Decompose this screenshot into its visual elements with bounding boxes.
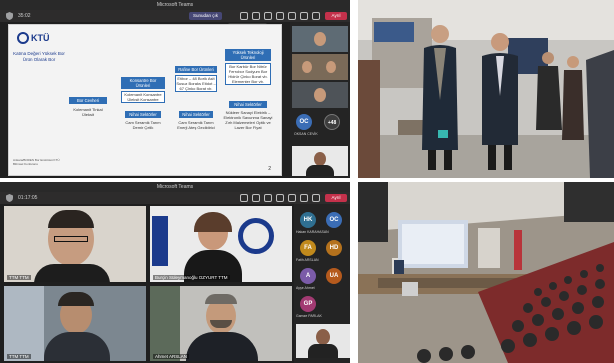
participant-strip: OC +48 OKSAN CEVİK: [290, 22, 350, 178]
box-head-1: Bor Cevheri: [69, 97, 107, 104]
participant-name: Ayşe Ahmet: [296, 286, 315, 290]
video-tile[interactable]: TTM TTM: [4, 286, 146, 361]
sector-body-4: Nükleer Sanayi Elektrik – Elektronik Sav…: [223, 110, 273, 130]
more-icon[interactable]: [276, 12, 284, 20]
box-head-4: Yüksek Teknoloji Ürünleri: [225, 49, 271, 61]
window-title: Microsoft Teams: [0, 182, 350, 192]
exhibit-photo: [358, 0, 614, 178]
slide-footer: Ankara/BOREN Bor Enstitüsü KTÜ Bilimsel …: [13, 158, 60, 166]
box-body-4: Bor Karbür Bor Nitrür Ferrobor Sodyum Bo…: [225, 63, 271, 85]
participant-avatar[interactable]: A: [300, 268, 316, 284]
mic-icon[interactable]: [300, 12, 308, 20]
participant-video[interactable]: [292, 82, 348, 108]
participant-name: Burçin Süleymanoğlu OZYURT TTM: [153, 275, 230, 280]
teams-window-gallery: Microsoft Teams 01:17:05 Ayrıl TTM TTM B…: [0, 182, 350, 363]
participant-name: Hakan KARAHASAN: [296, 230, 329, 234]
self-video[interactable]: [292, 146, 348, 176]
box-body-1: Kolemanit Tinkal Üleksit: [73, 107, 103, 117]
participant-name: TTM TTM: [7, 354, 31, 359]
toolbar-icons: [240, 12, 320, 20]
react-icon[interactable]: [264, 12, 272, 20]
participant-avatar[interactable]: FA: [300, 240, 316, 256]
photo-exhibit-visit: [358, 0, 614, 178]
participant-avatar[interactable]: UA: [326, 268, 342, 284]
video-tile[interactable]: Ahmet ARSLAN: [150, 286, 292, 361]
ktu-logo-text: KTÜ: [31, 33, 50, 43]
more-participants-badge[interactable]: +48: [324, 114, 340, 130]
participant-name: TTM TTM: [7, 275, 31, 280]
box-head-3: Rafine Bor Ürünleri: [175, 66, 217, 73]
ktu-logo-icon: [238, 218, 274, 254]
meeting-toolbar: 35:02 Sunudan çık Ayrıl: [0, 10, 350, 22]
camera-icon[interactable]: [288, 12, 296, 20]
sector-body-3: Cam Seramik Tarım Enerji Ateş Geciktiric…: [177, 120, 215, 130]
meeting-timer: 35:02: [18, 13, 31, 19]
teams-window-presentation: Microsoft Teams 35:02 Sunudan çık Ayrıl …: [0, 0, 350, 178]
slide-page-number: 2: [268, 166, 271, 172]
share-icon[interactable]: [312, 194, 320, 202]
box-body-2: Kolemanit Konsantre Üleksit Konsantre: [121, 91, 165, 103]
slide-title: Katma Değeri Yüksek Bor Ürün Olarak Bor: [13, 51, 65, 62]
leave-button[interactable]: Ayrıl: [325, 12, 347, 20]
shared-slide: KTÜ Katma Değeri Yüksek Bor Ürün Olarak …: [8, 24, 282, 176]
participant-avatar[interactable]: HD: [326, 240, 342, 256]
share-icon[interactable]: [312, 12, 320, 20]
sector-head-3: Nihai Sektörler: [179, 111, 213, 118]
toolbar-icons: [240, 194, 320, 202]
box-head-2: Konsantre Bor Ürünleri: [121, 77, 165, 89]
participant-avatar[interactable]: OC: [296, 114, 312, 130]
react-icon[interactable]: [264, 194, 272, 202]
camera-icon[interactable]: [288, 194, 296, 202]
photo-conference-hall: [358, 182, 614, 363]
shield-icon: [6, 12, 13, 20]
sector-body-2: Cam Seramik Tarım Demir Çelik: [125, 120, 161, 130]
participant-avatar[interactable]: HK: [300, 212, 316, 228]
participant-name: Fatih ARSLAN: [296, 258, 319, 262]
self-video[interactable]: [296, 324, 350, 358]
participant-strip: HK OC Hakan KARAHASAN FA HD Fatih ARSLAN…: [294, 204, 350, 363]
chat-icon[interactable]: [240, 12, 248, 20]
conference-photo: [358, 182, 614, 363]
more-icon[interactable]: [276, 194, 284, 202]
participant-avatar[interactable]: OC: [326, 212, 342, 228]
participant-name: OKSAN CEVİK: [294, 132, 318, 136]
video-tile[interactable]: TTM TTM: [4, 206, 146, 282]
participant-video[interactable]: [292, 54, 348, 80]
participant-avatar[interactable]: GP: [300, 296, 316, 312]
video-tile[interactable]: Burçin Süleymanoğlu OZYURT TTM: [150, 206, 292, 282]
participant-name: Gamze PARLAK: [296, 314, 322, 318]
participant-video[interactable]: [292, 26, 348, 52]
box-body-3: Etibor – 48 Borik Asit Susuz Boraks Etid…: [175, 75, 217, 92]
sector-head-4: Nihai Sektörler: [229, 101, 267, 108]
people-icon[interactable]: [252, 12, 260, 20]
sector-head-2: Nihai Sektörler: [125, 111, 161, 118]
shield-icon: [6, 194, 13, 202]
window-title: Microsoft Teams: [0, 0, 350, 10]
participant-name: Ahmet ARSLAN: [153, 354, 190, 359]
meeting-timer: 01:17:05: [18, 195, 38, 201]
stop-presenting-button[interactable]: Sunudan çık: [189, 12, 223, 20]
ktu-logo-icon: [17, 32, 29, 44]
mic-icon[interactable]: [300, 194, 308, 202]
chat-icon[interactable]: [240, 194, 248, 202]
meeting-toolbar: 01:17:05 Ayrıl: [0, 192, 350, 204]
people-icon[interactable]: [252, 194, 260, 202]
leave-button[interactable]: Ayrıl: [325, 194, 347, 202]
